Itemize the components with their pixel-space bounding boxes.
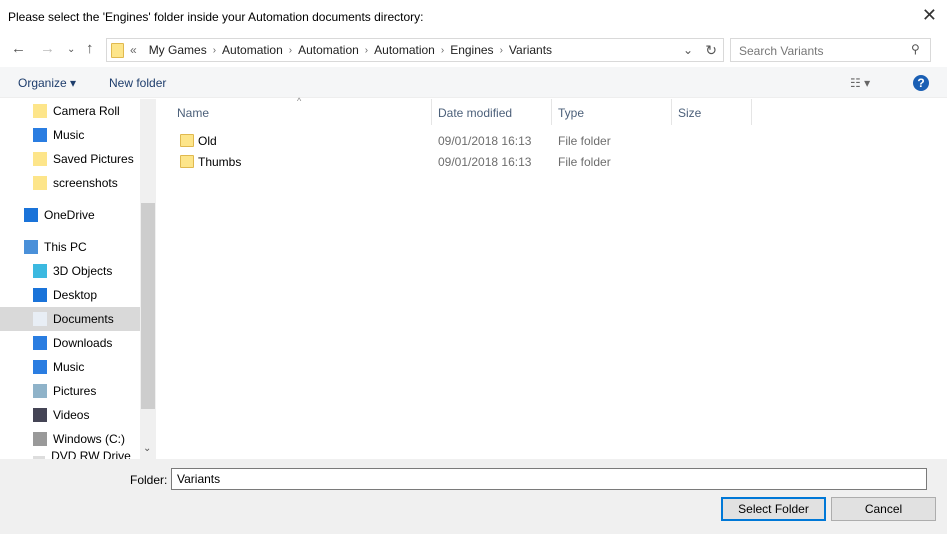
sidebar-item[interactable]: Camera Roll (0, 99, 140, 123)
search-input[interactable]: Search Variants (730, 38, 931, 62)
column-divider[interactable] (751, 99, 752, 125)
column-size[interactable]: Size (678, 106, 701, 120)
chevron-right-icon: › (212, 44, 217, 56)
column-divider[interactable] (431, 99, 432, 125)
sidebar-item[interactable]: Windows (C:) (0, 427, 140, 451)
select-folder-button[interactable]: Select Folder (721, 497, 826, 521)
sidebar-item-label: Windows (C:) (53, 432, 126, 446)
folder-icon (180, 155, 194, 168)
music-icon (33, 360, 47, 374)
sidebar-item-label: Pictures (53, 384, 97, 398)
sidebar-item-label: DVD RW Drive (D:) (51, 449, 131, 459)
file-type: File folder (558, 134, 611, 148)
video-icon (33, 408, 47, 422)
folder-icon (33, 104, 47, 118)
help-icon[interactable]: ? (913, 75, 929, 91)
breadcrumb-item[interactable]: Engines (450, 43, 493, 57)
file-type: File folder (558, 155, 611, 169)
column-divider[interactable] (671, 99, 672, 125)
chevron-right-icon: › (364, 44, 369, 56)
pictures-icon (33, 384, 47, 398)
sort-arrow-icon: ^ (297, 96, 302, 106)
toolbar: Organize ▾ New folder ☷ ▾ ? (0, 67, 947, 98)
recent-dropdown[interactable]: ⌄ (67, 44, 75, 55)
refresh-icon[interactable]: ↻ (705, 42, 717, 59)
file-row[interactable]: Old 09/01/2018 16:13 File folder (157, 131, 757, 151)
sidebar-item-label: This PC (44, 240, 87, 254)
file-date: 09/01/2018 16:13 (438, 155, 532, 169)
sidebar-item-label: Documents (53, 312, 114, 326)
address-bar[interactable]: « My Games › Automation › Automation › Auto… (106, 38, 724, 62)
sidebar-item-label: Music (53, 360, 85, 374)
sidebar-item-label: Music (53, 128, 85, 142)
sidebar-item[interactable]: Desktop (0, 283, 140, 307)
drive-icon (33, 432, 47, 446)
new-folder-button[interactable]: New folder (109, 76, 166, 90)
sidebar-item-label: Desktop (53, 288, 98, 302)
desktop-icon (33, 288, 47, 302)
sidebar-item[interactable]: 3D Objects (0, 259, 140, 283)
sidebar-item[interactable]: Documents (0, 307, 140, 331)
scroll-down-icon[interactable]: ⌄ (143, 443, 151, 454)
folder-icon (33, 152, 47, 166)
music-icon (33, 128, 47, 142)
breadcrumb-item[interactable]: Automation (374, 43, 435, 57)
back-button[interactable]: ← (11, 40, 26, 57)
breadcrumb-overflow[interactable]: « (130, 43, 137, 57)
file-name: Thumbs (198, 155, 242, 169)
dialog-title: Please select the 'Engines' folder insid… (8, 10, 424, 24)
folder-icon (33, 176, 47, 190)
file-name: Old (198, 134, 217, 148)
breadcrumb-item[interactable]: Automation (222, 43, 283, 57)
file-row[interactable]: Thumbs 09/01/2018 16:13 File folder (157, 152, 757, 172)
sidebar-item-label: Downloads (53, 336, 113, 350)
sidebar-item[interactable]: This PC (0, 235, 140, 259)
close-button[interactable]: ✕ (922, 5, 937, 26)
scrollbar-thumb[interactable] (141, 203, 155, 409)
chevron-down-icon[interactable]: ⌄ (683, 43, 693, 57)
cube-icon (33, 264, 47, 278)
chevron-right-icon: › (440, 44, 445, 56)
cloud-icon (24, 208, 38, 222)
computer-icon (24, 240, 38, 254)
breadcrumb-item[interactable]: Variants (509, 43, 552, 57)
sidebar-item[interactable]: Pictures (0, 379, 140, 403)
search-icon: ⚲ (911, 42, 920, 56)
sidebar-item-label: Videos (53, 408, 90, 422)
forward-button[interactable]: → (40, 40, 55, 57)
sidebar-item[interactable]: DVD RW Drive (D:) (0, 449, 140, 459)
folder-label: Folder: (130, 473, 168, 487)
sidebar-item[interactable]: Music (0, 123, 140, 147)
view-options-icon[interactable]: ☷ ▾ (850, 76, 870, 90)
breadcrumb-item[interactable]: Automation (298, 43, 359, 57)
document-icon (33, 312, 47, 326)
chevron-right-icon: › (288, 44, 293, 56)
sidebar-item-label: 3D Objects (53, 264, 113, 278)
organize-button[interactable]: Organize ▾ (18, 76, 76, 90)
cancel-button[interactable]: Cancel (831, 497, 936, 521)
breadcrumb-item[interactable]: My Games (149, 43, 207, 57)
sidebar-item[interactable]: OneDrive (0, 203, 140, 227)
sidebar-item-label: OneDrive (44, 208, 95, 222)
column-divider[interactable] (551, 99, 552, 125)
chevron-right-icon: › (499, 44, 503, 56)
column-date-modified[interactable]: Date modified (438, 106, 512, 120)
folder-input[interactable]: Variants (171, 468, 927, 490)
sidebar-item[interactable]: screenshots (0, 171, 140, 195)
sidebar-item[interactable]: Music (0, 355, 140, 379)
sidebar-item[interactable]: Downloads (0, 331, 140, 355)
navigation-pane: Camera Roll Music Saved Pictures screenshot… (0, 99, 140, 459)
file-date: 09/01/2018 16:13 (438, 134, 532, 148)
sidebar-item[interactable]: Videos (0, 403, 140, 427)
sidebar-item-label: screenshots (53, 176, 118, 190)
folder-icon (111, 42, 124, 58)
sidebar-item-label: Camera Roll (53, 104, 120, 118)
folder-icon (180, 134, 194, 147)
column-name[interactable]: Name (177, 106, 209, 120)
download-icon (33, 336, 47, 350)
up-button[interactable]: ↑ (86, 40, 94, 57)
sidebar-item[interactable]: Saved Pictures (0, 147, 140, 171)
column-type[interactable]: Type (558, 106, 584, 120)
sidebar-item-label: Saved Pictures (53, 152, 134, 166)
